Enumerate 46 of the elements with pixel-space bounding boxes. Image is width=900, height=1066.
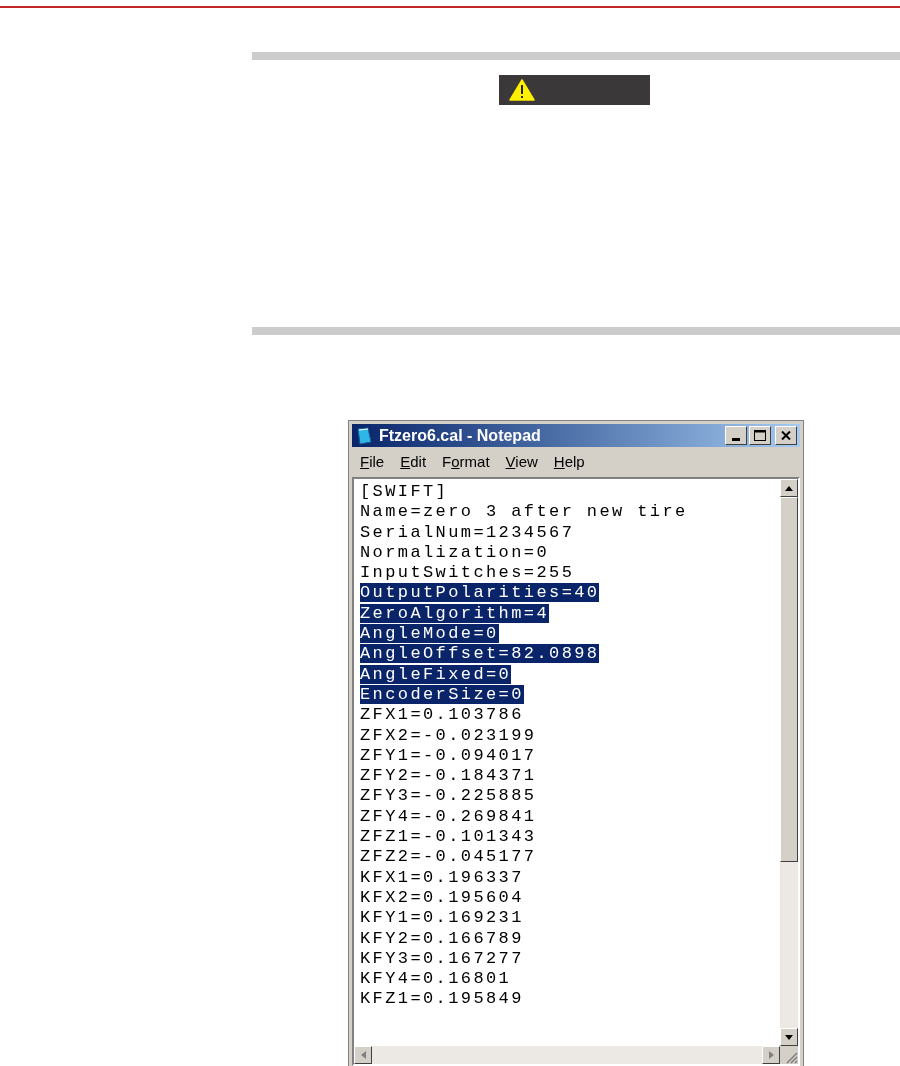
text-line: KFY2=0.166789 [360,928,524,948]
maximize-button[interactable] [749,426,771,445]
text-line: KFY4=0.16801 [360,969,512,989]
text-line: SerialNum=1234567 [360,522,575,542]
resize-grip-icon[interactable] [784,1050,798,1064]
scroll-thumb[interactable] [780,497,798,862]
scroll-down-button[interactable] [780,1028,798,1046]
scroll-up-button[interactable] [780,479,798,497]
text-line: ZFY2=-0.184371 [360,766,537,786]
horizontal-scrollbar[interactable] [354,1046,780,1064]
text-line: InputSwitches=255 [360,563,575,583]
window-title: Ftzero6.cal - Notepad [379,425,541,446]
down-arrow-icon [785,1034,793,1040]
text-line: ZFX2=-0.023199 [360,725,537,745]
text-line: Name=zero 3 after new tire [360,502,688,522]
text-line: [SWIFT] [360,482,449,501]
text-line: ZFY1=-0.094017 [360,745,537,765]
up-arrow-icon [785,485,793,491]
text-line: KFY3=0.167277 [360,948,524,968]
text-line: KFZ1=0.195849 [360,989,524,1009]
notepad-icon [355,426,373,445]
text-line: ZFZ1=-0.101343 [360,827,537,847]
warning-icon [509,79,535,101]
scroll-right-button[interactable] [762,1046,780,1064]
text-line: ZFY4=-0.269841 [360,806,537,826]
vertical-scrollbar[interactable] [780,479,798,1046]
text-line: ZFZ2=-0.045177 [360,847,537,867]
menu-item[interactable]: View [499,450,544,474]
text-line: Normalization=0 [360,542,550,562]
menu-item[interactable]: Help [547,450,591,474]
maximize-icon [754,430,766,441]
menu-item[interactable]: Edit [394,450,433,474]
menu-item[interactable]: Format [436,450,496,474]
text-line: KFX2=0.195604 [360,887,524,907]
right-arrow-icon [768,1051,774,1059]
left-arrow-icon [360,1051,366,1059]
close-icon [781,431,791,440]
menu-item[interactable]: File [354,450,391,474]
text-line: ZFX1=0.103786 [360,705,524,725]
text-line: KFX1=0.196337 [360,867,524,887]
text-line: ZFY3=-0.225885 [360,786,537,806]
close-button[interactable] [775,426,797,445]
scroll-left-button[interactable] [354,1046,372,1064]
text-line: KFY1=0.169231 [360,908,524,928]
minimize-icon [732,438,740,441]
minimize-button[interactable] [725,426,747,445]
